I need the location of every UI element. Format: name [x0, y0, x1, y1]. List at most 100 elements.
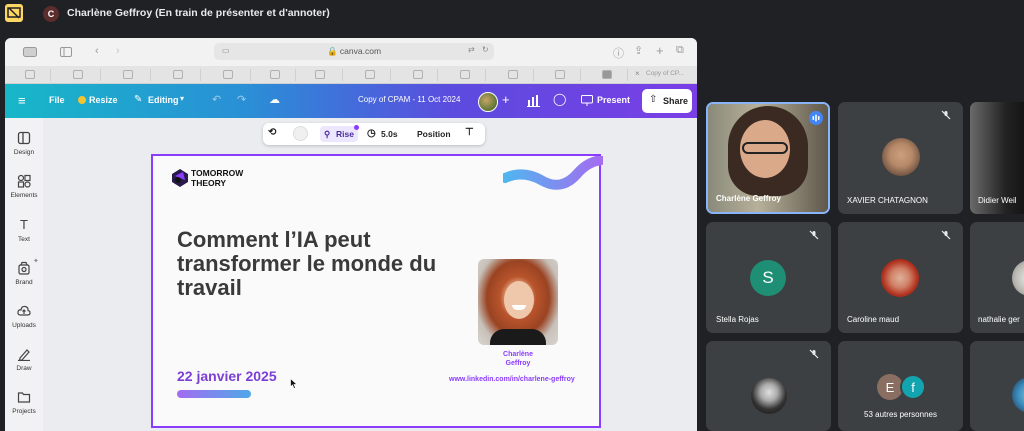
canva-header: ≡ File Resize ✎ Editing ▾ ↶ ↷ ☁ Copy of …: [5, 84, 697, 118]
tab-favicon[interactable]: [508, 70, 518, 79]
mic-off-icon: [941, 230, 951, 240]
close-tab-icon[interactable]: ×: [635, 69, 640, 78]
design-icon: [17, 131, 31, 145]
tab-favicon[interactable]: [460, 70, 470, 79]
tabs-icon[interactable]: ⧉: [676, 44, 684, 57]
reload-icon[interactable]: ↻: [482, 45, 489, 54]
browser-tab-strip: × Copy of CP...: [5, 66, 697, 84]
rise-icon: ⚲: [324, 129, 331, 139]
glasses: [742, 142, 788, 154]
menu-icon[interactable]: ≡: [18, 93, 26, 108]
position-button[interactable]: Position: [417, 129, 451, 139]
participant-tile-others[interactable]: E f 53 autres personnes: [838, 341, 963, 431]
tab-favicon[interactable]: [73, 70, 83, 79]
insights-icon[interactable]: [527, 94, 541, 107]
tab-favicon[interactable]: [413, 70, 423, 79]
text-icon: T: [20, 217, 28, 232]
color-swatch[interactable]: [293, 126, 308, 141]
translate-icon[interactable]: ⇄: [468, 45, 475, 54]
decorative-gradient-bar: [177, 390, 251, 398]
participant-tile-didier[interactable]: Didier Weil: [970, 102, 1024, 214]
forward-icon[interactable]: ›: [116, 45, 120, 57]
presenter-avatar: C: [43, 6, 59, 22]
participant-tile-unnamed-2[interactable]: [970, 341, 1024, 431]
paint-roller-icon[interactable]: ⊤: [465, 127, 474, 138]
new-tab-icon[interactable]: +: [656, 43, 664, 58]
share-button[interactable]: ⇧ Share: [642, 89, 692, 113]
tab-favicon[interactable]: [602, 70, 612, 79]
sidebar-item-text[interactable]: T Text: [5, 218, 43, 254]
download-icon[interactable]: ⓘ: [613, 45, 624, 61]
brand-icon: [18, 261, 30, 275]
tab-favicon[interactable]: [315, 70, 325, 79]
back-icon[interactable]: ‹: [95, 45, 99, 57]
participant-tile-charlene[interactable]: Charlène Geffroy: [706, 102, 830, 214]
mic-off-icon: [809, 349, 819, 359]
animate-icon[interactable]: ⟲: [268, 127, 276, 138]
linkedin-link[interactable]: www.linkedin.com/in/charlene-geffroy: [449, 376, 575, 383]
logo-text: TOMORROW THEORY: [191, 168, 244, 188]
comment-icon[interactable]: ◯: [553, 92, 566, 106]
sidebar-item-uploads[interactable]: Uploads: [5, 304, 43, 340]
collaborator-avatar[interactable]: [478, 92, 498, 112]
tab-favicon[interactable]: [223, 70, 233, 79]
participant-avatar: [881, 259, 919, 297]
sidebar-item-draw[interactable]: Draw: [5, 347, 43, 383]
sidebar-item-brand[interactable]: ✦ Brand: [5, 258, 43, 297]
add-collaborator-icon[interactable]: +: [502, 92, 510, 107]
draw-icon: [18, 349, 30, 361]
canva-sidebar: Design Elements T Text ✦ Brand Uploads D…: [5, 118, 43, 431]
mic-off-icon: [809, 230, 819, 240]
pencil-icon: ✎: [134, 94, 143, 105]
crown-icon: [78, 96, 86, 104]
participant-tile-nathalie[interactable]: nathalie ger: [970, 222, 1024, 333]
sidebar-item-elements[interactable]: Elements: [5, 174, 43, 210]
decorative-swirl: [503, 156, 603, 190]
speaker-name: Charlène Geffroy: [503, 351, 533, 367]
presentation-title: Charlène Geffroy (En train de présenter …: [67, 7, 330, 19]
tab-favicon[interactable]: [123, 70, 133, 79]
file-menu[interactable]: File: [49, 95, 65, 105]
address-bar[interactable]: ▭ 🔒 canva.com ⇄ ↻: [214, 43, 494, 60]
sidebar-item-projects[interactable]: Projects: [5, 390, 43, 426]
screen-share-icon[interactable]: [5, 4, 23, 22]
undo-icon[interactable]: ↶: [212, 93, 221, 106]
participant-name: Didier Weil: [978, 196, 1017, 205]
address-url: 🔒 canva.com: [326, 46, 382, 56]
tab-favicon[interactable]: [555, 70, 565, 79]
mic-off-icon: [941, 110, 951, 120]
participant-tile-xavier[interactable]: XAVIER CHATAGNON: [838, 102, 963, 214]
meet-top-bar: C Charlène Geffroy (En train de présente…: [0, 0, 1024, 27]
cloud-sync-icon[interactable]: ☁: [269, 93, 280, 106]
design-title[interactable]: Copy of CPAM - 11 Oct 2024: [358, 95, 460, 104]
active-tab-title[interactable]: Copy of CP...: [646, 70, 684, 77]
tab-favicon[interactable]: [270, 70, 280, 79]
participant-avatar: [1012, 260, 1024, 296]
share-sheet-icon[interactable]: ⇪: [634, 44, 643, 57]
participant-tile-unnamed[interactable]: [706, 341, 831, 431]
sidebar-toggle-icon[interactable]: [23, 47, 37, 57]
participant-name: Stella Rojas: [716, 315, 759, 324]
participant-tile-caroline[interactable]: Caroline maud: [838, 222, 963, 333]
tab-favicon[interactable]: [365, 70, 375, 79]
present-label: Present: [597, 95, 631, 105]
speaking-indicator-icon: [809, 111, 823, 125]
tab-favicon[interactable]: [25, 70, 35, 79]
redo-icon[interactable]: ↷: [237, 93, 246, 106]
editing-mode-button[interactable]: Editing: [148, 95, 179, 105]
mouse-cursor-icon: [290, 378, 298, 389]
sidebar-item-design[interactable]: Design: [5, 131, 43, 167]
active-dot: [354, 125, 359, 130]
slide[interactable]: TOMORROW THEORY Comment l’IA peut transf…: [151, 154, 603, 428]
participant-tile-stella[interactable]: S Stella Rojas: [706, 222, 831, 333]
tab-overview-icon[interactable]: [60, 47, 76, 57]
participant-avatar: [1012, 377, 1024, 413]
present-button[interactable]: Present: [581, 92, 635, 110]
rise-effect-label: Rise: [336, 129, 354, 139]
duration-button[interactable]: 5.0s: [381, 129, 398, 139]
elements-icon: [17, 174, 31, 188]
resize-button[interactable]: Resize: [89, 95, 118, 105]
share-label: Share: [663, 96, 689, 106]
participant-avatar: [882, 138, 920, 176]
tab-favicon[interactable]: [173, 70, 183, 79]
